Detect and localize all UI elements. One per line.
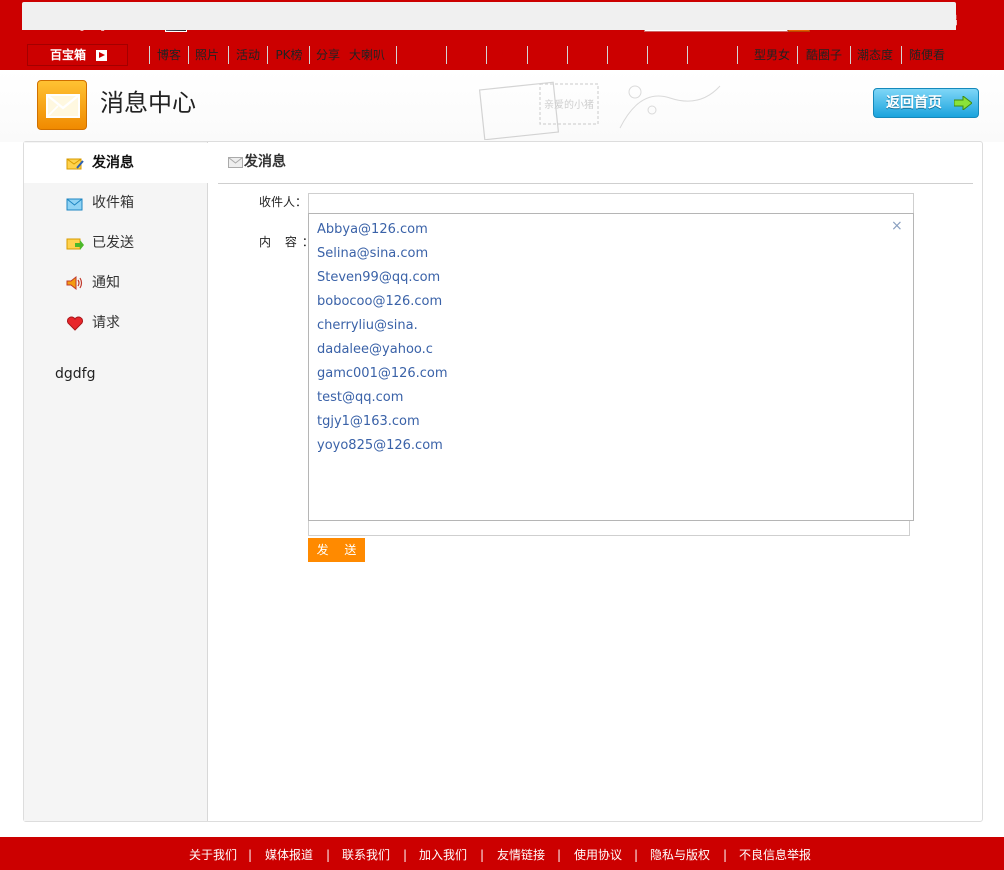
suggestion-item[interactable]: Abbya@126.com	[317, 221, 428, 239]
divider	[218, 183, 973, 184]
subnav-trends[interactable]: 潮流	[490, 44, 524, 66]
suggestion-item[interactable]: yoyo825@126.com	[317, 437, 443, 455]
back-home-button[interactable]: 返回首页	[873, 88, 979, 118]
divider	[396, 46, 397, 64]
page-title: 消息中心	[100, 89, 196, 117]
footer-link-friends[interactable]: 友情链接	[497, 847, 545, 863]
arrow-right-icon	[954, 96, 972, 110]
footer-separator: |	[634, 848, 639, 862]
sidebar-item-label: 已发送	[92, 235, 134, 251]
compose-title: 发消息	[228, 152, 286, 172]
inbox-icon	[66, 198, 83, 211]
footer-separator: |	[557, 848, 562, 862]
subnav-fashion[interactable]: 时尚	[409, 44, 443, 66]
subnav-games[interactable]: 游戏	[650, 44, 684, 66]
footer-link-report[interactable]: 不良信息举报	[739, 847, 811, 863]
compose-icon	[66, 158, 84, 170]
suggestion-item[interactable]: cherryliu@sina.	[317, 317, 418, 335]
divider	[309, 46, 310, 64]
divider	[737, 46, 738, 64]
speaker-icon	[66, 275, 83, 291]
sidebar-item-label: 发消息	[92, 155, 134, 171]
divider	[149, 46, 150, 64]
subnav-music[interactable]: 音乐	[610, 44, 644, 66]
divider	[687, 46, 688, 64]
recipient-label: 收件人：	[259, 195, 308, 209]
subnav-share[interactable]: 分享	[311, 44, 345, 66]
content-textarea[interactable]	[308, 521, 910, 536]
footer-link-privacy[interactable]: 隐私与版权	[650, 847, 710, 863]
footer-separator: |	[248, 848, 253, 862]
heart-icon	[67, 316, 83, 331]
sent-icon	[66, 238, 84, 250]
play-icon	[96, 50, 107, 61]
sidebar-item-requests[interactable]: 请求	[24, 303, 208, 343]
footer-link-about[interactable]: 关于我们	[189, 847, 237, 863]
divider	[567, 46, 568, 64]
treasure-box-button[interactable]: 百宝箱	[27, 44, 128, 66]
deco-text: 亲爱的小猪	[544, 98, 594, 111]
divider	[267, 46, 268, 64]
subnav-emotion[interactable]: 情感	[570, 44, 604, 66]
divider	[797, 46, 798, 64]
subnav-attitude[interactable]: 潮态度	[853, 44, 897, 66]
divider	[607, 46, 608, 64]
divider	[228, 46, 229, 64]
suggestion-item[interactable]: gamc001@126.com	[317, 365, 448, 383]
footer-separator: |	[723, 848, 728, 862]
envelope-icon	[228, 157, 243, 168]
subnav-events[interactable]: 活动	[231, 44, 265, 66]
subnav-broadcast[interactable]: 大喇叭	[346, 44, 388, 66]
recipient-input[interactable]	[308, 193, 914, 214]
footer-separator: |	[326, 848, 331, 862]
subnav-entertainment[interactable]: 娱乐	[450, 44, 484, 66]
suggestion-item[interactable]: test@qq.com	[317, 389, 403, 407]
divider	[446, 46, 447, 64]
footer-link-media[interactable]: 媒体报道	[265, 847, 313, 863]
sidebar-item-label: 通知	[92, 275, 120, 291]
footer-separator: |	[480, 848, 485, 862]
divider	[901, 46, 902, 64]
sidebar-item-label: 请求	[92, 315, 120, 331]
sidebar-item-notifications[interactable]: 通知	[24, 263, 208, 303]
suggestion-item[interactable]: bobocoo@126.com	[317, 293, 442, 311]
divider	[850, 46, 851, 64]
message-center-icon	[37, 80, 87, 130]
send-button[interactable]: 发 送	[308, 538, 365, 562]
subnav-photos[interactable]: 照片	[190, 44, 224, 66]
footer-link-contact[interactable]: 联系我们	[342, 847, 390, 863]
back-home-label: 返回首页	[886, 95, 942, 111]
footer-link-terms[interactable]: 使用协议	[574, 847, 622, 863]
envelope-illustration: 亲爱的小猪	[478, 81, 721, 140]
sidebar-extra-text: dgdfg	[55, 366, 96, 382]
divider	[527, 46, 528, 64]
subnav-creative[interactable]: 创意	[530, 44, 564, 66]
divider	[486, 46, 487, 64]
suggestion-item[interactable]: tgjy1@163.com	[317, 413, 420, 431]
subnav-stylish[interactable]: 型男女	[750, 44, 794, 66]
suggestion-item[interactable]: dadalee@yahoo.c	[317, 341, 433, 359]
subnav-blog[interactable]: 博客	[152, 44, 186, 66]
sidebar-item-sent[interactable]: 已发送	[24, 223, 208, 263]
treasure-box-label: 百宝箱	[50, 48, 87, 62]
suggestion-item[interactable]: Steven99@qq.com	[317, 269, 440, 287]
subnav-pk[interactable]: PK榜	[270, 44, 308, 66]
sidebar-item-compose[interactable]: 发消息	[24, 143, 215, 183]
close-icon[interactable]: ×	[891, 218, 903, 234]
subnav-cool-circle[interactable]: 酷圈子	[802, 44, 846, 66]
footer-separator: |	[403, 848, 408, 862]
compose-title-text: 发消息	[244, 154, 286, 170]
sidebar-item-label: 收件箱	[92, 195, 134, 211]
subnav-shopping[interactable]: 消费	[690, 44, 724, 66]
divider	[188, 46, 189, 64]
subnav-browse[interactable]: 随便看	[905, 44, 949, 66]
divider	[647, 46, 648, 64]
sub-nav-panel	[22, 2, 956, 30]
footer-link-join[interactable]: 加入我们	[419, 847, 467, 863]
sidebar-item-inbox[interactable]: 收件箱	[24, 183, 208, 223]
suggestion-item[interactable]: Selina@sina.com	[317, 245, 428, 263]
